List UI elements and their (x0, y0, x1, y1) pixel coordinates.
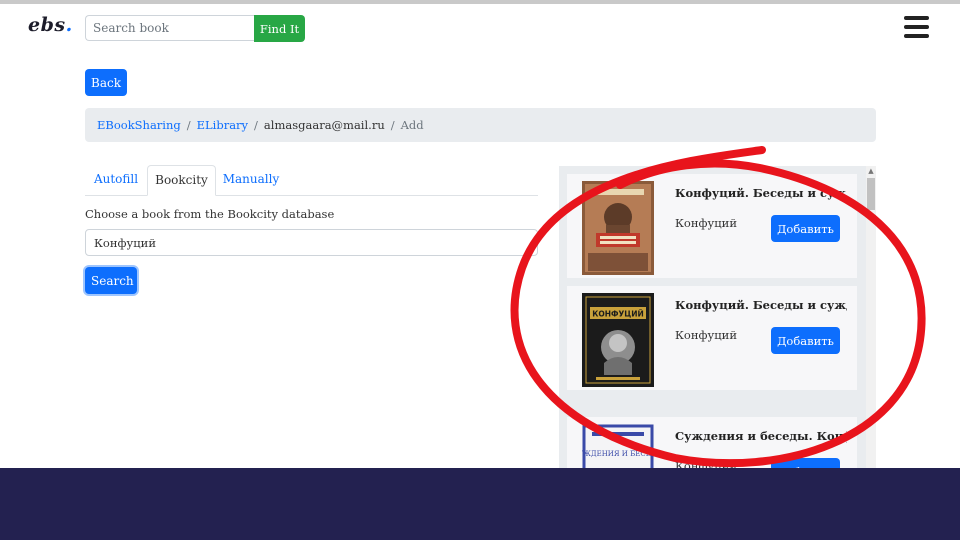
cover-title-text: СУЖДЕНИЯ И БЕСЕДЫ (582, 450, 654, 458)
search-input[interactable] (85, 15, 254, 41)
result-card: Конфуций. Беседы и суждения Конфуций Доб… (567, 174, 857, 278)
logo-dot: . (65, 14, 73, 36)
book-author: Конфуций (675, 328, 737, 342)
book-title: Суждения и беседы. Конфуций (675, 429, 847, 443)
breadcrumb-separator: / (186, 118, 191, 132)
book-cover-image: КОНФУЦИЙ (582, 293, 654, 387)
add-book-button[interactable]: Добавить (771, 458, 840, 468)
bookcity-label: Choose a book from the Bookcity database (85, 207, 335, 221)
back-button[interactable]: Back (85, 69, 127, 96)
top-border (0, 0, 960, 4)
add-book-button[interactable]: Добавить (771, 327, 840, 354)
result-card: СУЖДЕНИЯ И БЕСЕДЫ Суждения и беседы. Кон… (567, 417, 857, 468)
book-cover-image: СУЖДЕНИЯ И БЕСЕДЫ (582, 424, 654, 468)
menu-icon[interactable] (904, 16, 929, 38)
add-book-button[interactable]: Добавить (771, 215, 840, 242)
scrollbar-thumb[interactable] (867, 178, 875, 210)
book-title: Конфуций. Беседы и суждения (675, 186, 847, 200)
breadcrumb-ebooksharing[interactable]: EBookSharing (97, 118, 181, 132)
source-tabs: Autofill Bookcity Manually (85, 165, 538, 196)
book-author: Конфуций (675, 216, 737, 230)
breadcrumb: EBookSharing / ELibrary / almasgaara@mai… (85, 108, 876, 142)
tab-bookcity[interactable]: Bookcity (147, 165, 216, 196)
header-search: Find It (85, 15, 305, 42)
tab-manually[interactable]: Manually (216, 165, 286, 195)
cover-title-text: КОНФУЦИЙ (592, 310, 644, 319)
breadcrumb-user: almasgaara@mail.ru (263, 118, 385, 132)
bottom-band (0, 468, 960, 540)
find-it-button[interactable]: Find It (254, 15, 305, 42)
breadcrumb-elibrary[interactable]: ELibrary (197, 118, 248, 132)
book-author: Конфуций (675, 459, 737, 468)
breadcrumb-separator: / (390, 118, 395, 132)
brand-logo[interactable]: ebs. (28, 14, 73, 36)
results-scrollbar[interactable]: ▲ (866, 166, 876, 468)
book-cover-image (582, 181, 654, 275)
search-button[interactable]: Search (85, 267, 137, 294)
tab-autofill[interactable]: Autofill (85, 165, 147, 195)
result-card: КОНФУЦИЙ Конфуций. Беседы и суждения Кон… (567, 286, 857, 390)
book-title: Конфуций. Беседы и суждения (675, 298, 847, 312)
results-list[interactable]: Конфуций. Беседы и суждения Конфуций Доб… (559, 166, 876, 468)
logo-text: ebs (28, 14, 66, 36)
book-query-input[interactable] (85, 229, 538, 256)
scroll-up-icon[interactable]: ▲ (867, 167, 875, 175)
breadcrumb-current: Add (400, 118, 424, 132)
breadcrumb-separator: / (254, 118, 258, 132)
